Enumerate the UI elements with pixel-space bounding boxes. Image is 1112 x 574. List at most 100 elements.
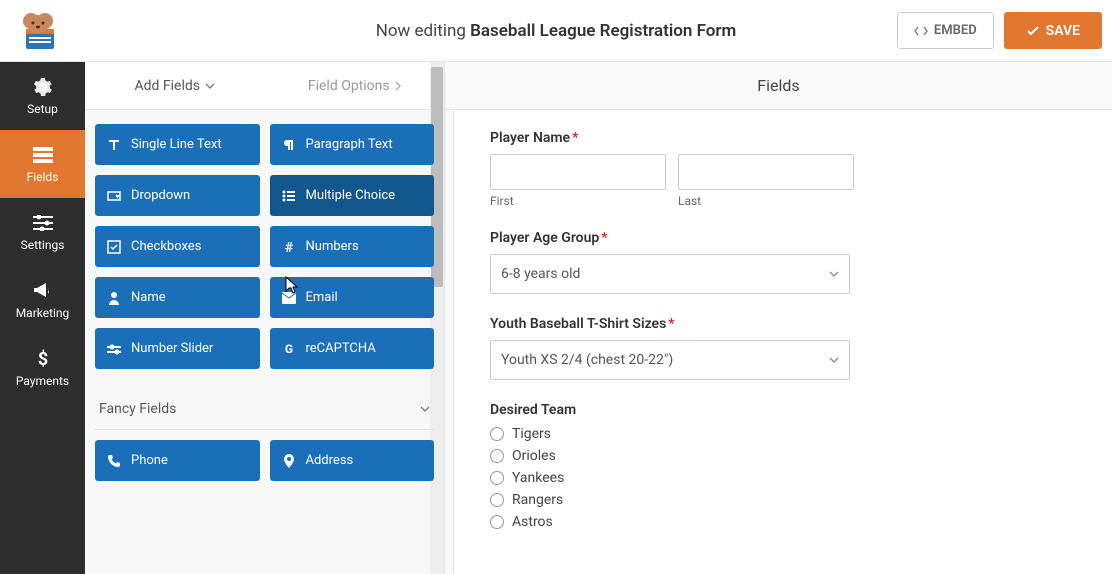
field-label: Checkboxes [131, 239, 201, 254]
select-tshirt[interactable]: Youth XS 2/4 (chest 20-22") [490, 340, 850, 380]
slider-icon [107, 342, 121, 356]
save-button[interactable]: SAVE [1004, 12, 1102, 49]
sidebar-label: Marketing [16, 306, 70, 320]
chevron-down-icon [205, 83, 215, 89]
sidebar-item-settings[interactable]: Settings [0, 198, 85, 266]
label-age-group: Player Age Group* [490, 230, 1076, 246]
field-numbers[interactable]: # Numbers [270, 226, 435, 267]
field-age-group[interactable]: Player Age Group* 6-8 years old [490, 230, 1076, 294]
title-prefix: Now editing [376, 21, 466, 41]
field-label: Number Slider [131, 341, 213, 356]
phone-icon [107, 454, 121, 468]
list-icon [282, 189, 296, 203]
sidebar-label: Fields [27, 170, 59, 184]
tab-field-options[interactable]: Field Options [265, 62, 445, 109]
field-label: Numbers [306, 239, 359, 254]
embed-button[interactable]: EMBED [897, 12, 994, 49]
field-number-slider[interactable]: Number Slider [95, 328, 260, 369]
select-age-group[interactable]: 6-8 years old [490, 254, 850, 294]
envelope-icon [282, 291, 296, 305]
save-label: SAVE [1046, 23, 1080, 39]
radio-list-teams: Tigers Orioles Yankees Rangers Astros [490, 426, 1076, 530]
field-checkboxes[interactable]: Checkboxes [95, 226, 260, 267]
required-indicator: * [601, 230, 607, 246]
field-label: Dropdown [131, 188, 190, 203]
field-desired-team[interactable]: Desired Team Tigers Orioles Yankees Rang… [490, 402, 1076, 530]
page-title: Now editing Baseball League Registration… [376, 21, 737, 41]
field-address[interactable]: Address [270, 440, 435, 481]
text-icon [107, 138, 121, 152]
radio-icon [490, 493, 504, 507]
sidebar-label: Setup [27, 102, 58, 116]
sublabel-last: Last [678, 194, 854, 208]
required-indicator: * [668, 316, 674, 332]
field-label: Address [306, 453, 354, 468]
field-paragraph-text[interactable]: Paragraph Text [270, 124, 435, 165]
google-icon: G [282, 342, 296, 356]
dropdown-icon [107, 189, 121, 203]
tab-label: Add Fields [135, 78, 201, 94]
radio-item[interactable]: Rangers [490, 492, 1076, 508]
sidebar-label: Settings [21, 238, 65, 252]
radio-item[interactable]: Yankees [490, 470, 1076, 486]
checkbox-icon [107, 240, 121, 254]
field-label: Paragraph Text [306, 137, 393, 152]
radio-item[interactable]: Orioles [490, 448, 1076, 464]
svg-text:#: # [284, 240, 293, 254]
radio-icon [490, 515, 504, 529]
embed-label: EMBED [934, 23, 977, 38]
input-last-name[interactable] [678, 154, 854, 190]
code-icon [914, 24, 928, 38]
megaphone-icon [32, 280, 54, 302]
field-label: Multiple Choice [306, 188, 396, 203]
radio-icon [490, 449, 504, 463]
sidebar-item-payments[interactable]: $ Payments [0, 334, 85, 402]
sliders-icon [32, 212, 54, 234]
field-label: Name [131, 290, 166, 305]
radio-label: Rangers [512, 492, 563, 508]
radio-item[interactable]: Tigers [490, 426, 1076, 442]
label-player-name: Player Name* [490, 130, 1076, 146]
field-label: Phone [131, 453, 168, 468]
field-name[interactable]: Name [95, 277, 260, 318]
pin-icon [282, 454, 296, 468]
dollar-icon: $ [32, 348, 54, 370]
field-tshirt[interactable]: Youth Baseball T-Shirt Sizes* Youth XS 2… [490, 316, 1076, 380]
select-value: Youth XS 2/4 (chest 20-22") [501, 352, 673, 368]
top-bar: Now editing Baseball League Registration… [0, 0, 1112, 62]
field-multiple-choice[interactable]: Multiple Choice [270, 175, 435, 216]
check-icon [1026, 24, 1040, 38]
field-player-name[interactable]: Player Name* First Last [490, 130, 1076, 208]
sidebar-item-fields[interactable]: Fields [0, 130, 85, 198]
radio-icon [490, 471, 504, 485]
sidebar-label: Payments [16, 374, 69, 388]
section-fancy-fields[interactable]: Fancy Fields [95, 389, 434, 430]
chevron-down-icon [829, 271, 839, 277]
field-phone[interactable]: Phone [95, 440, 260, 481]
sidebar-item-setup[interactable]: Setup [0, 62, 85, 130]
radio-item[interactable]: Astros [490, 514, 1076, 530]
sidebar-item-marketing[interactable]: Marketing [0, 266, 85, 334]
select-value: 6-8 years old [501, 266, 580, 282]
radio-label: Astros [512, 514, 553, 530]
field-label: Single Line Text [131, 137, 222, 152]
field-recaptcha[interactable]: G reCAPTCHA [270, 328, 435, 369]
title-name: Baseball League Registration Form [470, 21, 736, 41]
person-icon [107, 291, 121, 305]
field-single-line-text[interactable]: Single Line Text [95, 124, 260, 165]
tab-add-fields[interactable]: Add Fields [85, 62, 265, 109]
field-dropdown[interactable]: Dropdown [95, 175, 260, 216]
svg-text:$: $ [37, 349, 47, 369]
required-indicator: * [572, 130, 578, 146]
paragraph-icon [282, 138, 296, 152]
input-first-name[interactable] [490, 154, 666, 190]
content-area: Fields Player Name* First Last [445, 62, 1112, 574]
label-desired-team: Desired Team [490, 402, 1076, 418]
form-preview: Player Name* First Last Player Age Group… [453, 110, 1112, 574]
content-heading: Fields [445, 62, 1112, 110]
svg-text:G: G [284, 342, 292, 356]
radio-icon [490, 427, 504, 441]
radio-label: Tigers [512, 426, 551, 442]
tab-label: Field Options [308, 78, 390, 94]
field-email[interactable]: Email [270, 277, 435, 318]
